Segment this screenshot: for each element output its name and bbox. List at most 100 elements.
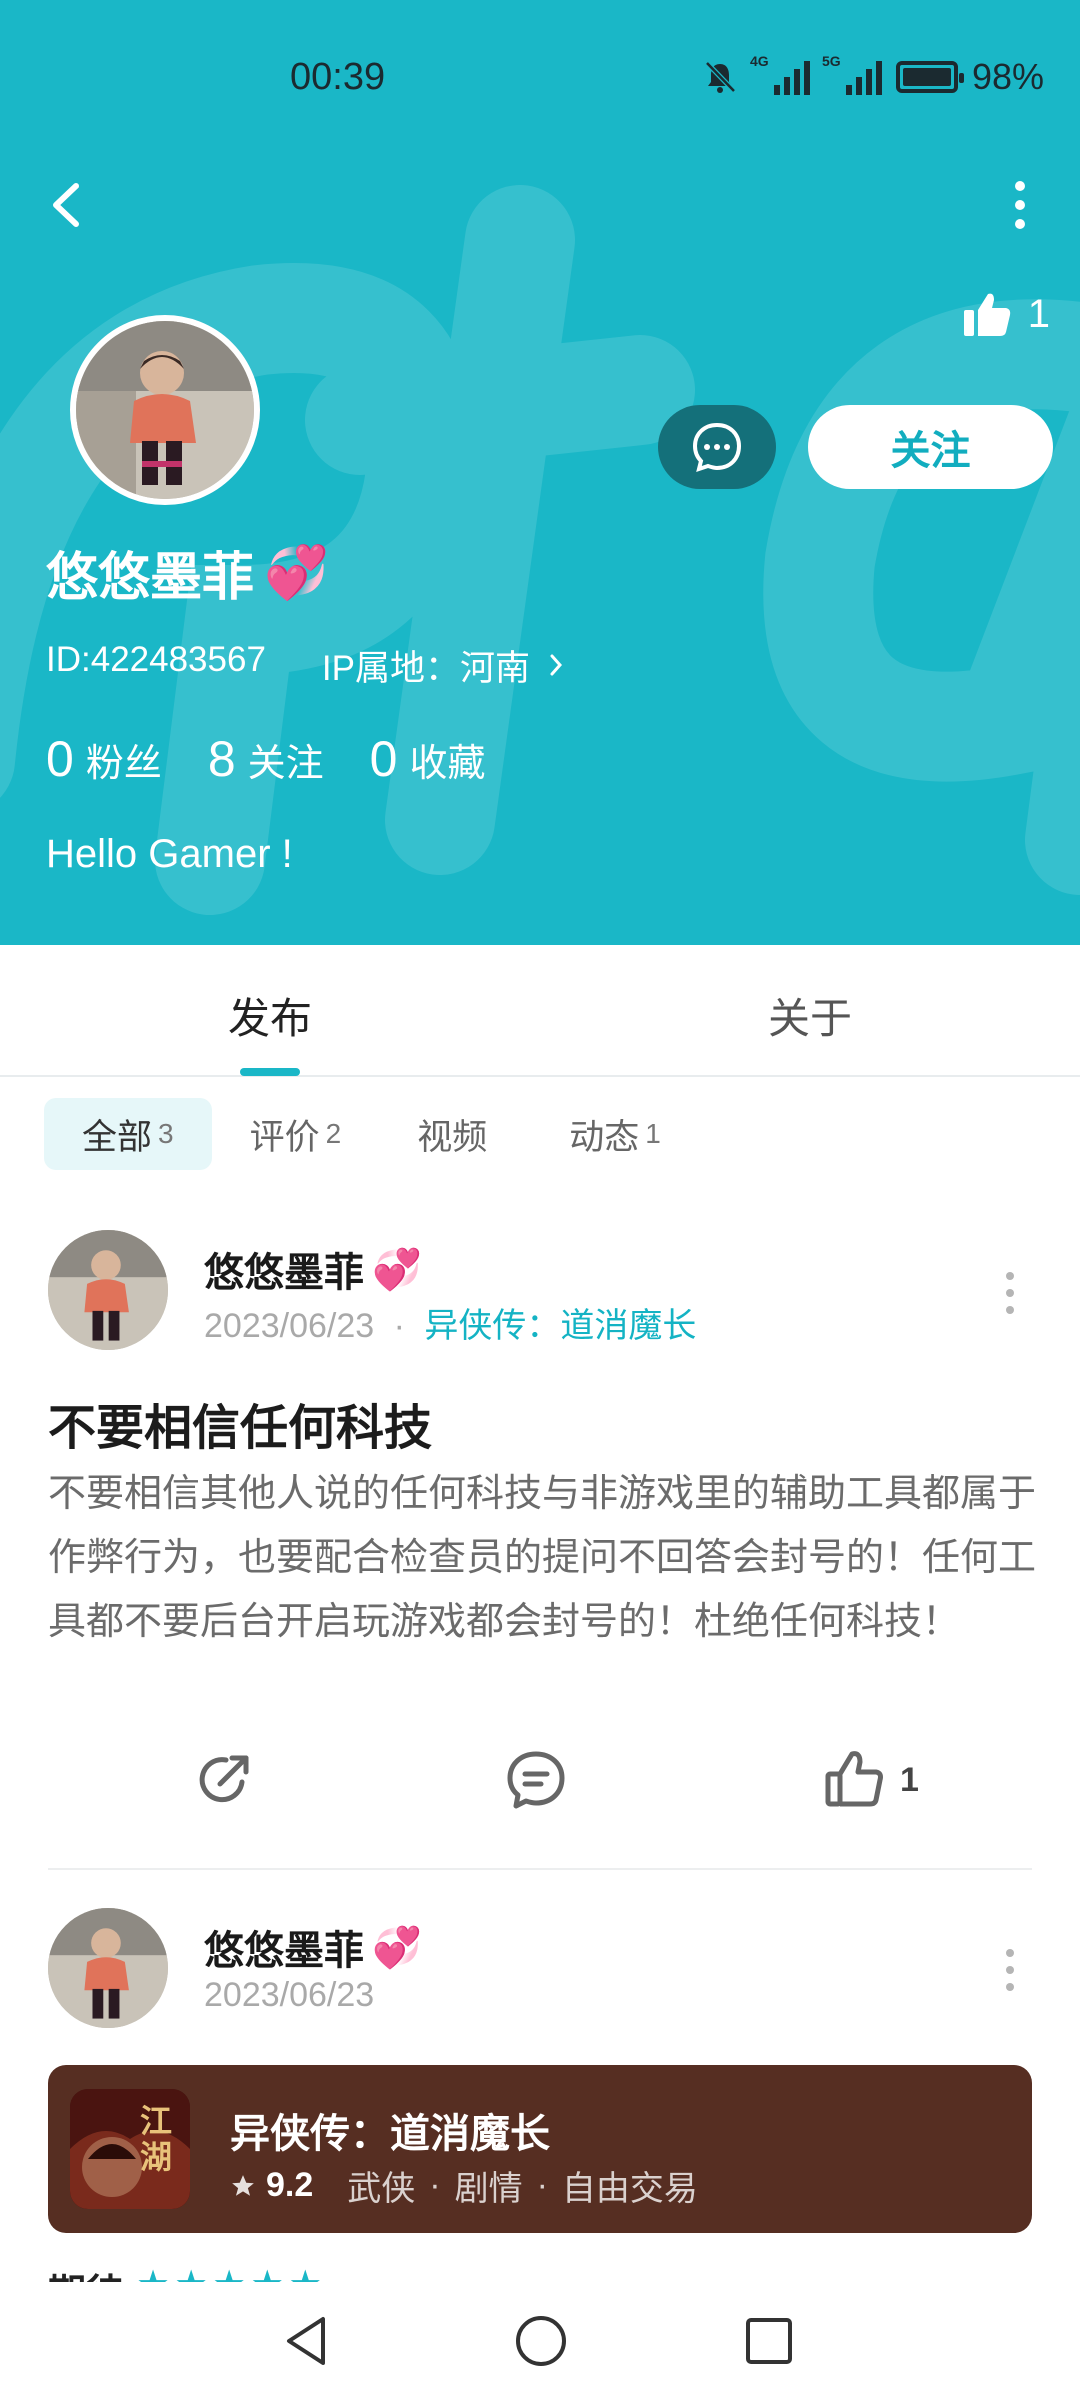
post-meta: 2023/06/23 · 异侠传：道消魔长: [204, 1298, 696, 1347]
tab-about[interactable]: 关于: [768, 985, 852, 1046]
more-vertical-icon: [1006, 1272, 1014, 1314]
signal-4g-icon: 4G: [750, 53, 810, 95]
battery-icon: [895, 61, 964, 93]
square-recents-icon: [746, 2318, 792, 2364]
post-author-name: 悠悠墨菲: [204, 1251, 364, 1295]
screen: 00:39 4G 5G 98% 1 关注 悠悠墨菲 💞 ID:422483567…: [0, 0, 1080, 2400]
main-tabs: 发布 关于: [0, 945, 1080, 1077]
stat-fans-num: 0: [46, 731, 74, 787]
avatar-image: [48, 1230, 168, 1350]
stat-following-label: 关注: [247, 743, 324, 785]
filter-all[interactable]: 全部 3: [44, 1098, 212, 1170]
stat-fans[interactable]: 0 粉丝: [46, 730, 162, 788]
profile-like-count: 1: [1027, 291, 1050, 336]
post-author-avatar[interactable]: [48, 1908, 168, 2028]
game-icon-text: 江湖: [140, 2103, 173, 2175]
heart-emoji: 💞: [264, 544, 329, 602]
profile-like[interactable]: 1: [962, 290, 1050, 338]
filter-reviews-count: 2: [325, 1118, 342, 1149]
profile-name-row: 悠悠墨菲 💞: [46, 535, 329, 610]
stat-fans-label: 粉丝: [85, 743, 162, 785]
signal-5g-icon: 5G: [822, 53, 882, 95]
stat-following-num: 8: [207, 731, 236, 787]
nav-home-button[interactable]: [506, 2306, 576, 2376]
post-author-name-row: 悠悠墨菲 💞: [204, 1240, 422, 1298]
game-card[interactable]: 江湖 异侠传：道消魔长 9.2 武侠 · 剧情 · 自由交易: [48, 2065, 1032, 2233]
tab-publish[interactable]: 发布: [228, 985, 312, 1046]
post-author-name: 悠悠墨菲: [204, 1929, 364, 1973]
more-vertical-icon: [1015, 181, 1025, 229]
thumbs-up-icon: [963, 293, 1010, 336]
filter-videos[interactable]: 视频: [379, 1098, 531, 1170]
meta-separator: ·: [393, 1307, 405, 1345]
avatar-image: [76, 321, 254, 499]
profile-avatar[interactable]: [70, 315, 260, 505]
filter-moments[interactable]: 动态 1: [531, 1098, 699, 1170]
stat-following[interactable]: 8 关注: [208, 730, 324, 788]
signal-4g-label: 4G: [749, 53, 769, 69]
more-vertical-icon: [1006, 1949, 1014, 1991]
profile-bio: Hello Gamer !: [46, 832, 293, 876]
post-meta: 2023/06/23: [204, 1976, 374, 2015]
back-arrow-icon: [53, 183, 79, 227]
stat-favorites-label: 收藏: [409, 743, 486, 785]
game-icon: 江湖: [70, 2089, 190, 2209]
post-more-button[interactable]: [1000, 1268, 1020, 1318]
profile-id-row: ID:422483567 IP属地：河南: [46, 640, 566, 691]
filter-all-count: 3: [158, 1118, 174, 1149]
tab-indicator: [240, 1068, 300, 1076]
filter-videos-label: 视频: [417, 1117, 488, 1157]
system-nav-bar: [0, 2282, 1080, 2400]
star-icon: [232, 2174, 254, 2196]
tag-separator: ·: [429, 2166, 441, 2204]
chat-bubble-icon: [692, 422, 742, 473]
stat-favorites[interactable]: 0 收藏: [370, 730, 486, 788]
post-like-button[interactable]: 1: [822, 1748, 919, 1812]
mute-bell-icon: [705, 61, 736, 93]
back-button[interactable]: [40, 170, 100, 240]
game-rating: 9.2: [266, 2166, 314, 2204]
thumbs-up-outline-icon: [825, 1751, 883, 1807]
game-tag: 剧情: [454, 2170, 523, 2208]
heart-emoji: 💞: [372, 1247, 422, 1292]
filter-reviews-label: 评价: [249, 1117, 320, 1157]
profile-id: ID:422483567: [46, 640, 266, 679]
post-actions: 1: [0, 1748, 1080, 1828]
heart-emoji: 💞: [372, 1925, 422, 1970]
ip-location-text: IP属地：河南: [321, 649, 530, 688]
post-title: 不要相信任何科技: [48, 1402, 433, 1455]
status-icons: 4G 5G 98%: [702, 53, 1044, 98]
more-options-button[interactable]: [1000, 170, 1060, 240]
comment-button[interactable]: [504, 1748, 568, 1812]
chevron-right-icon: [550, 654, 562, 676]
nav-recents-button[interactable]: [734, 2306, 804, 2376]
share-icon: [199, 1755, 249, 1803]
post-author-avatar[interactable]: [48, 1230, 168, 1350]
filter-moments-label: 动态: [569, 1117, 640, 1157]
battery-percent: 98%: [971, 56, 1044, 97]
follow-button[interactable]: 关注: [808, 405, 1053, 489]
status-time: 00:39: [290, 56, 386, 98]
filter-chips: 全部 3 评价 2 视频 动态 1: [44, 1098, 699, 1170]
tag-separator: ·: [536, 2166, 548, 2204]
profile-stats: 0 粉丝 8 关注 0 收藏: [46, 730, 485, 788]
stat-favorites-num: 0: [369, 731, 398, 787]
post-like-count: 1: [900, 1760, 919, 1799]
filter-reviews[interactable]: 评价 2: [212, 1098, 380, 1170]
profile-header: 00:39 4G 5G 98% 1 关注 悠悠墨菲 💞 ID:422483567…: [0, 0, 1080, 945]
share-button[interactable]: [192, 1748, 256, 1812]
post-game-link[interactable]: 异侠传：道消魔长: [424, 1307, 696, 1345]
ip-location-link[interactable]: IP属地：河南: [322, 640, 566, 691]
post-more-button[interactable]: [1000, 1945, 1020, 1995]
signal-5g-label: 5G: [821, 53, 841, 69]
filter-moments-count: 1: [645, 1118, 661, 1149]
game-title: 异侠传：道消魔长: [230, 2112, 550, 2156]
filter-all-label: 全部: [82, 1117, 153, 1157]
comment-icon: [507, 1751, 565, 1809]
triangle-back-icon: [287, 2317, 325, 2365]
post-author-name-row: 悠悠墨菲 💞: [204, 1918, 422, 1976]
profile-name: 悠悠墨菲: [46, 549, 255, 607]
nav-back-button[interactable]: [274, 2306, 344, 2376]
message-button[interactable]: [658, 405, 776, 489]
post-divider: [48, 1868, 1032, 1870]
